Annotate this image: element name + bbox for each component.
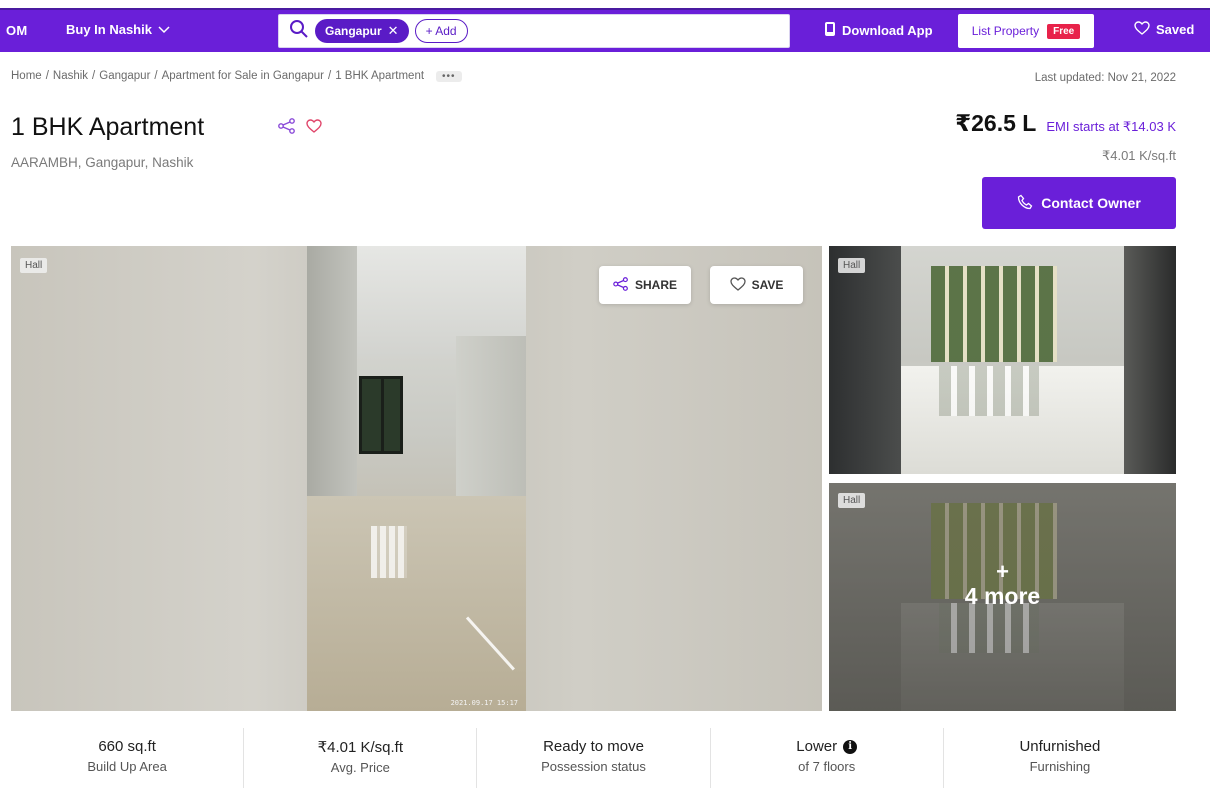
photo-tag: Hall: [838, 258, 866, 273]
photo-tag: Hall: [838, 493, 866, 508]
list-property-button[interactable]: List Property Free: [958, 14, 1094, 48]
gallery-thumbnail[interactable]: Hall: [829, 246, 1176, 474]
list-property-label: List Property: [971, 24, 1040, 38]
phone-icon: [824, 21, 836, 40]
heart-icon: [729, 276, 746, 294]
property-stats: 660 sq.ft Build Up Area ₹4.01 K/sq.ft Av…: [11, 728, 1176, 788]
stat-label: Furnishing: [1029, 759, 1091, 774]
page-title: 1 BHK Apartment: [11, 113, 205, 141]
last-updated: Last updated: Nov 21, 2022: [1034, 72, 1176, 84]
more-photos-label: 4 more: [964, 583, 1041, 609]
plus-icon: +: [996, 559, 1009, 584]
download-app-label: Download App: [842, 23, 933, 38]
stat-possession: Ready to move Possession status: [477, 728, 711, 788]
brand-logo[interactable]: OM: [6, 23, 28, 38]
phone-icon: [1017, 194, 1033, 213]
city-selector[interactable]: Buy In Nashik: [66, 22, 170, 37]
search-chip-label: Gangapur: [325, 24, 382, 38]
share-icon: [613, 276, 629, 294]
breadcrumb-more-button[interactable]: •••: [436, 70, 462, 82]
price-per-sqft: ₹4.01 K/sq.ft: [1101, 148, 1176, 163]
breadcrumb-apartment-sale[interactable]: Apartment for Sale in Gangapur: [162, 70, 324, 82]
saved-button[interactable]: Saved: [1134, 21, 1194, 38]
contact-owner-label: Contact Owner: [1041, 195, 1141, 211]
free-badge: Free: [1047, 23, 1081, 39]
saved-label: Saved: [1156, 22, 1195, 37]
stat-floor: Lower i of 7 floors: [711, 728, 944, 788]
add-locality-button[interactable]: + Add: [414, 19, 468, 43]
breadcrumb-separator: /: [92, 70, 96, 82]
save-label: SAVE: [751, 278, 784, 292]
photo-tag: Hall: [20, 258, 48, 273]
chevron-down-icon: [158, 22, 170, 37]
heart-icon[interactable]: [306, 119, 322, 138]
window-image: [359, 376, 403, 454]
price-row: ₹26.5 L EMI starts at ₹14.03 K: [955, 110, 1176, 137]
listing-location: AARAMBH, Gangapur, Nashik: [11, 155, 194, 170]
share-button[interactable]: SHARE: [599, 266, 691, 304]
save-button[interactable]: SAVE: [710, 266, 803, 304]
hall-photo: 2021.09.17 15:17: [307, 246, 526, 711]
stat-value-floor: Lower i: [711, 738, 943, 755]
heart-icon: [1134, 21, 1150, 38]
search-chip-gangapur[interactable]: Gangapur ✕: [315, 19, 409, 43]
stat-label: Possession status: [541, 759, 646, 774]
breadcrumb-gangapur[interactable]: Gangapur: [99, 70, 150, 82]
share-icon[interactable]: [278, 118, 296, 139]
stat-label: Build Up Area: [87, 759, 167, 774]
search-icon[interactable]: [289, 19, 309, 44]
stat-label: Avg. Price: [330, 760, 390, 775]
stat-value: Unfurnished: [1019, 738, 1101, 755]
search-input[interactable]: Gangapur ✕ + Add: [278, 14, 790, 48]
stat-build-up-area: 660 sq.ft Build Up Area: [11, 728, 245, 788]
stat-value: 660 sq.ft: [98, 738, 156, 755]
main-gallery-photo[interactable]: 2021.09.17 15:17 Hall SHARE SAVE: [11, 246, 822, 711]
share-label: SHARE: [634, 278, 677, 292]
top-navigation-bar: OM Buy In Nashik Gangapur ✕ + Add Downlo…: [0, 8, 1210, 52]
breadcrumb-nashik[interactable]: Nashik: [53, 70, 88, 82]
emi-link[interactable]: EMI starts at ₹14.03 K: [1046, 119, 1176, 135]
breadcrumb-separator: /: [327, 70, 332, 82]
more-photos-button[interactable]: + 4 more: [829, 561, 1176, 610]
top-navigation: OM Buy In Nashik Gangapur ✕ + Add Downlo…: [0, 0, 1210, 58]
breadcrumb-separator: /: [45, 70, 49, 82]
stat-value: Ready to move: [543, 738, 644, 755]
stat-label: of 7 floors: [798, 759, 856, 774]
listing-price: ₹26.5 L: [955, 110, 1037, 136]
info-icon[interactable]: i: [843, 739, 858, 754]
stat-value: Lower: [796, 738, 838, 755]
breadcrumb-home[interactable]: Home: [11, 70, 42, 82]
breadcrumb-current: 1 BHK Apartment: [335, 70, 425, 82]
close-icon[interactable]: ✕: [388, 23, 399, 39]
stat-avg-price: ₹4.01 K/sq.ft Avg. Price: [244, 728, 478, 788]
stat-furnishing: Unfurnished Furnishing: [944, 728, 1176, 788]
photo-timestamp: 2021.09.17 15:17: [450, 699, 518, 707]
breadcrumb: Home / Nashik / Gangapur / Apartment for…: [11, 70, 462, 82]
download-app-button[interactable]: Download App: [824, 21, 933, 40]
title-actions: [278, 118, 322, 139]
gallery-thumbnail-more[interactable]: Hall + 4 more: [829, 483, 1176, 711]
contact-owner-button[interactable]: Contact Owner: [982, 177, 1176, 229]
stat-value: ₹4.01 K/sq.ft: [317, 739, 404, 756]
city-label: Buy In Nashik: [66, 22, 152, 37]
breadcrumb-separator: /: [154, 70, 158, 82]
